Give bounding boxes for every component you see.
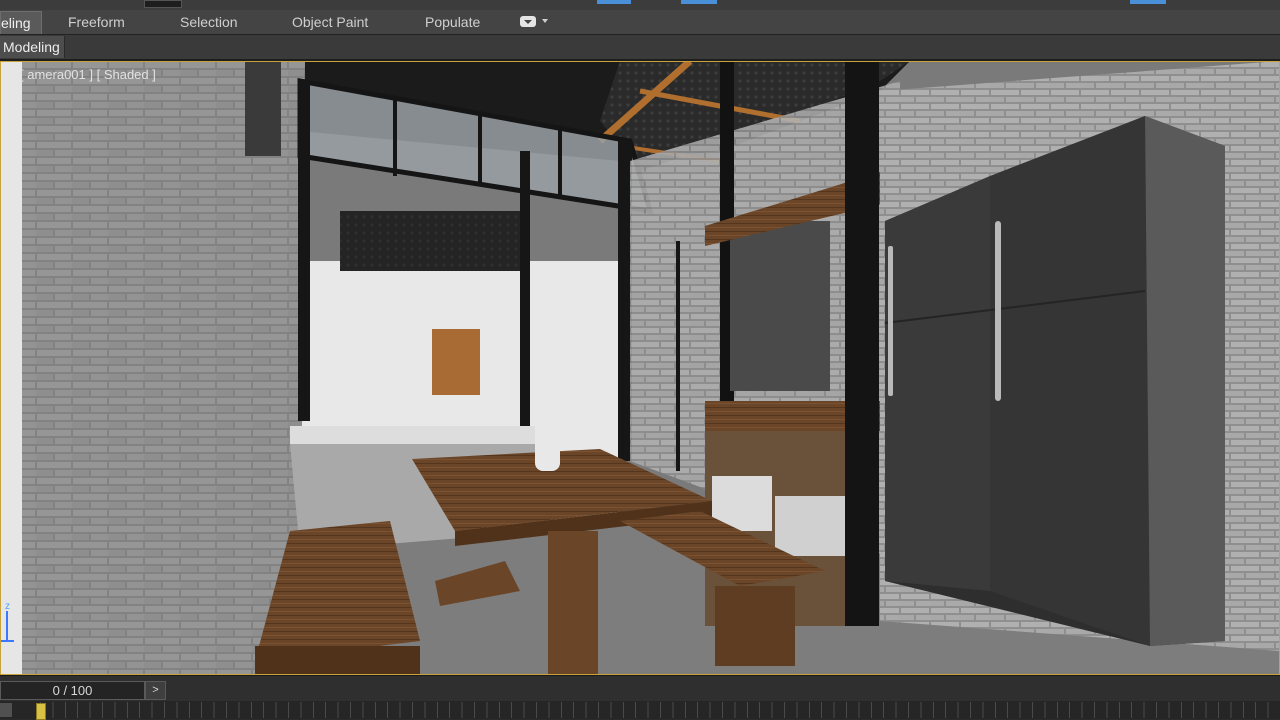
time-slider-bar: 0 / 100 > (0, 675, 1280, 702)
viewport-label[interactable]: [ amera001 ] [ Shaded ] (20, 67, 156, 82)
axis-gizmo-icon: z (0, 601, 14, 642)
timeline-ticks (40, 702, 1280, 718)
toolbar-toggle-button[interactable] (1130, 0, 1166, 4)
frame-counter[interactable]: 0 / 100 (0, 681, 145, 700)
timeline-track[interactable] (0, 701, 1280, 720)
tab-freeform[interactable]: Freeform (58, 11, 135, 33)
svg-text:z: z (5, 601, 10, 612)
dropdown-menu-icon (520, 16, 536, 27)
chevron-down-icon (542, 19, 548, 26)
tab-selection[interactable]: Selection (170, 11, 248, 33)
timeline-thumb[interactable] (36, 703, 46, 720)
toolbar-toggle-button[interactable] (597, 0, 631, 4)
tab-object-paint[interactable]: Object Paint (282, 11, 378, 33)
toolbar-field[interactable] (144, 0, 182, 8)
toolbar-toggle-button[interactable] (681, 0, 717, 4)
panel-label-modeling[interactable]: Modeling (0, 36, 65, 58)
camera-viewport[interactable]: [ amera001 ] [ Shaded ] z (0, 61, 1280, 675)
rendered-kitchen-scene (0, 61, 1280, 675)
ribbon-options-button[interactable] (520, 15, 550, 29)
next-frame-button[interactable]: > (145, 681, 166, 700)
ribbon-panel: Modeling (0, 35, 1280, 61)
tab-modeling[interactable]: eling (0, 11, 42, 34)
timeline-left-cap (0, 703, 12, 717)
tab-populate[interactable]: Populate (415, 11, 490, 33)
ribbon-tab-bar: eling Freeform Selection Object Paint Po… (0, 10, 1280, 35)
